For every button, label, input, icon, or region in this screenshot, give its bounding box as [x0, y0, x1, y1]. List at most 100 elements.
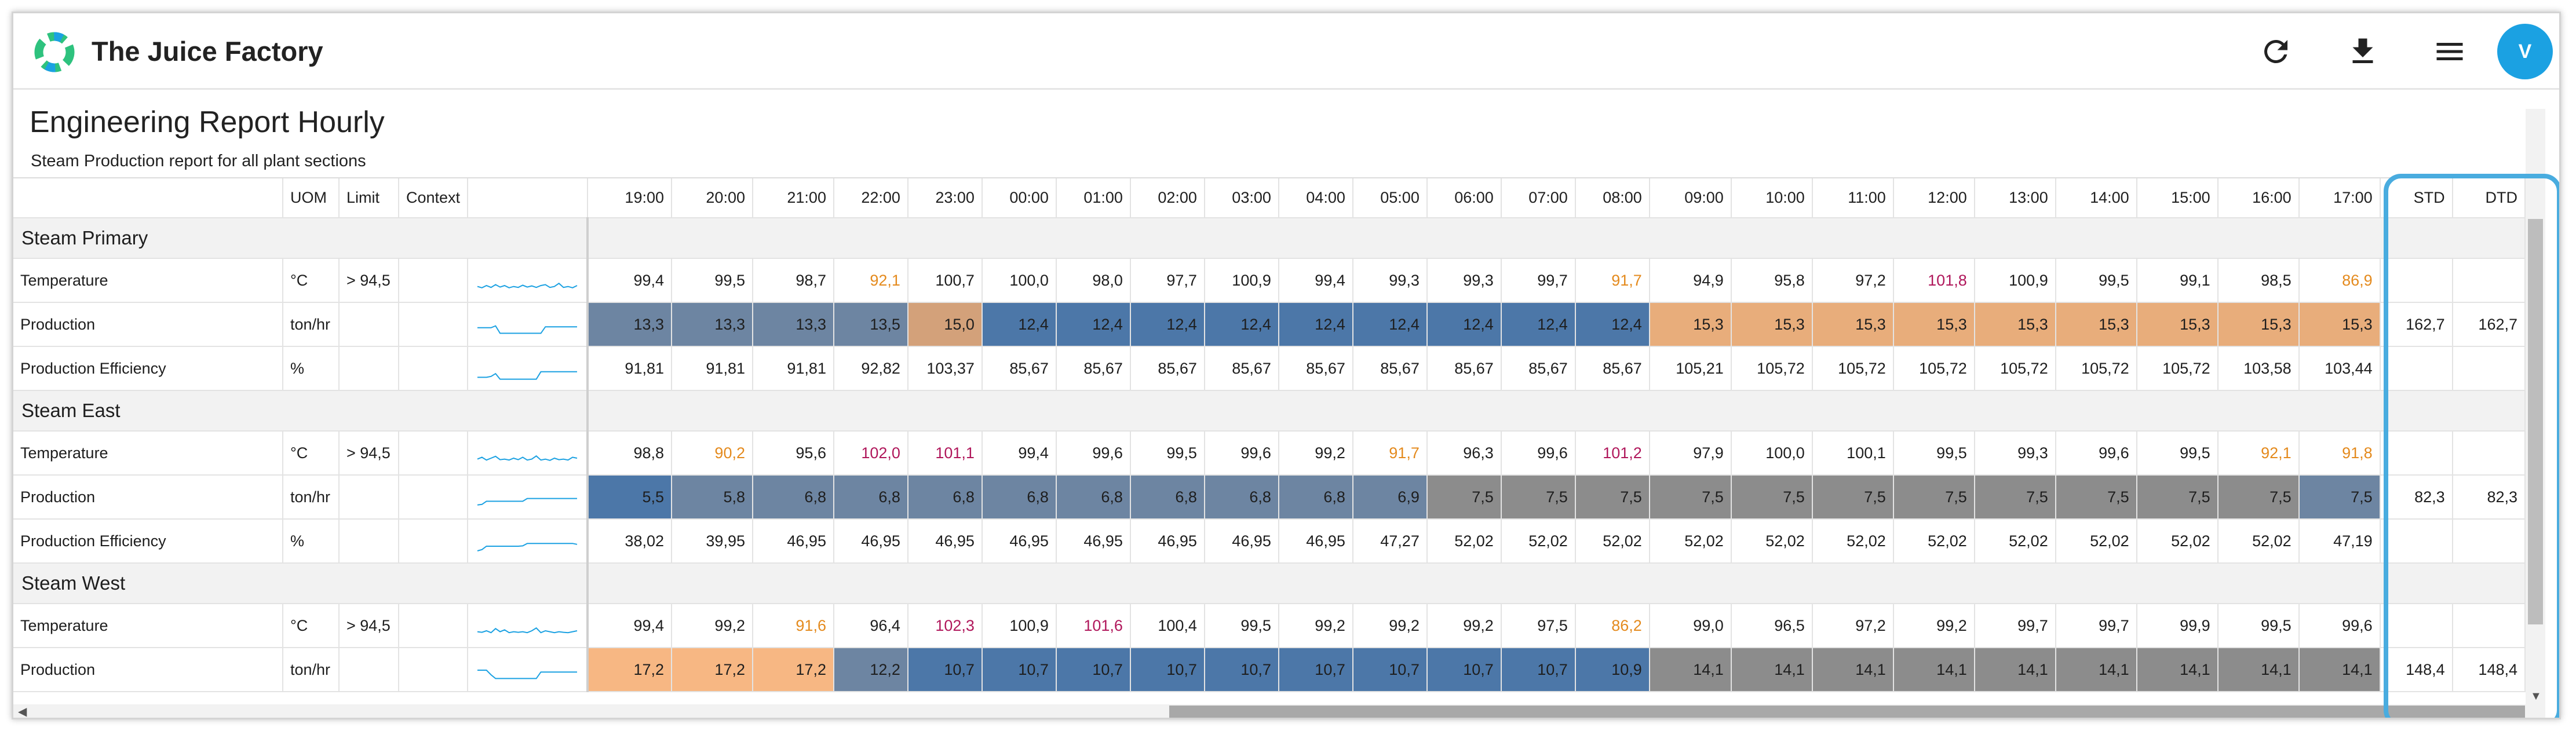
value-cell[interactable]: 15,3: [2298, 302, 2381, 347]
header-hour[interactable]: 09:00: [1649, 178, 1732, 218]
value-cell[interactable]: 17,2: [672, 648, 753, 692]
value-cell[interactable]: 85,67: [1501, 346, 1576, 391]
value-cell[interactable]: 6,8: [1056, 475, 1131, 520]
value-cell[interactable]: 91,8: [2298, 431, 2381, 476]
header-hour[interactable]: 23:00: [907, 178, 983, 218]
value-cell[interactable]: 46,95: [981, 519, 1057, 564]
row-context[interactable]: [398, 258, 469, 303]
header-hour[interactable]: 06:00: [1426, 178, 1502, 218]
value-cell[interactable]: 99,6: [1056, 431, 1131, 476]
value-cell[interactable]: 12,4: [1056, 302, 1131, 347]
table-row[interactable]: Production ton/hr 17,2 17,2 17,2 12,2 10,7 10,7…: [13, 648, 2526, 692]
vertical-scrollbar[interactable]: ▼: [2526, 109, 2545, 704]
value-cell[interactable]: 7,5: [2136, 475, 2219, 520]
header-hour[interactable]: 05:00: [1352, 178, 1428, 218]
value-cell[interactable]: 6,9: [1352, 475, 1428, 520]
value-cell[interactable]: 6,8: [907, 475, 983, 520]
value-cell[interactable]: 100,0: [1731, 431, 1813, 476]
download-button[interactable]: [2345, 34, 2380, 69]
value-cell[interactable]: 99,7: [1974, 604, 2056, 648]
table-row[interactable]: Temperature °C > 94,5 98,8 90,2 95,6 102,0 101,…: [13, 431, 2526, 476]
dtd-value[interactable]: 148,4: [2452, 648, 2526, 692]
header-uom[interactable]: UOM: [282, 178, 340, 218]
value-cell[interactable]: 46,95: [907, 519, 983, 564]
value-cell[interactable]: 95,8: [1731, 258, 1813, 303]
value-cell[interactable]: 99,7: [2055, 604, 2137, 648]
value-cell[interactable]: 52,02: [2217, 519, 2300, 564]
dtd-value[interactable]: [2452, 346, 2526, 391]
value-cell[interactable]: 7,5: [2055, 475, 2137, 520]
dtd-value[interactable]: [2452, 431, 2526, 476]
value-cell[interactable]: 39,95: [672, 519, 753, 564]
value-cell[interactable]: 47,27: [1352, 519, 1428, 564]
header-hour[interactable]: 02:00: [1130, 178, 1205, 218]
value-cell[interactable]: 92,1: [833, 258, 908, 303]
value-cell[interactable]: 99,5: [672, 258, 753, 303]
value-cell[interactable]: 85,67: [1056, 346, 1131, 391]
value-cell[interactable]: 99,3: [1974, 431, 2056, 476]
dtd-value[interactable]: [2452, 258, 2526, 303]
value-cell[interactable]: 91,7: [1352, 431, 1428, 476]
value-cell[interactable]: 14,1: [1649, 648, 1732, 692]
value-cell[interactable]: 99,6: [1501, 431, 1576, 476]
table-row[interactable]: Temperature °C > 94,5 99,4 99,5 98,7 92,1 100,7…: [13, 258, 2526, 303]
scroll-left-arrow-icon[interactable]: ◀: [18, 706, 27, 718]
value-cell[interactable]: 10,7: [1501, 648, 1576, 692]
value-cell[interactable]: 103,37: [907, 346, 983, 391]
value-cell[interactable]: 105,72: [2055, 346, 2137, 391]
user-avatar[interactable]: V: [2497, 24, 2553, 79]
header-dtd[interactable]: DTD: [2452, 178, 2526, 218]
value-cell[interactable]: 52,02: [1501, 519, 1576, 564]
value-cell[interactable]: 17,2: [588, 648, 672, 692]
value-cell[interactable]: 105,72: [1812, 346, 1894, 391]
value-cell[interactable]: 99,7: [1501, 258, 1576, 303]
value-cell[interactable]: 15,3: [2055, 302, 2137, 347]
value-cell[interactable]: 15,3: [1649, 302, 1732, 347]
value-cell[interactable]: 6,8: [981, 475, 1057, 520]
value-cell[interactable]: 97,7: [1130, 258, 1205, 303]
value-cell[interactable]: 92,82: [833, 346, 908, 391]
value-cell[interactable]: 86,9: [2298, 258, 2381, 303]
refresh-button[interactable]: [2258, 34, 2293, 69]
value-cell[interactable]: 99,3: [1426, 258, 1502, 303]
header-hour[interactable]: 22:00: [833, 178, 908, 218]
value-cell[interactable]: 96,3: [1426, 431, 1502, 476]
value-cell[interactable]: 99,5: [2055, 258, 2137, 303]
value-cell[interactable]: 10,7: [1352, 648, 1428, 692]
value-cell[interactable]: 103,58: [2217, 346, 2300, 391]
value-cell[interactable]: 38,02: [588, 519, 672, 564]
value-cell[interactable]: 6,8: [1278, 475, 1353, 520]
value-cell[interactable]: 15,3: [2217, 302, 2300, 347]
value-cell[interactable]: 52,02: [1575, 519, 1650, 564]
value-cell[interactable]: 14,1: [2055, 648, 2137, 692]
value-cell[interactable]: 12,4: [1426, 302, 1502, 347]
value-cell[interactable]: 99,5: [2136, 431, 2219, 476]
value-cell[interactable]: 102,3: [907, 604, 983, 648]
value-cell[interactable]: 7,5: [1575, 475, 1650, 520]
header-hour[interactable]: 08:00: [1575, 178, 1650, 218]
header-hour[interactable]: 16:00: [2217, 178, 2300, 218]
value-cell[interactable]: 7,5: [1974, 475, 2056, 520]
value-cell[interactable]: 99,4: [588, 604, 672, 648]
value-cell[interactable]: 100,9: [1974, 258, 2056, 303]
value-cell[interactable]: 91,7: [1575, 258, 1650, 303]
value-cell[interactable]: 105,72: [1731, 346, 1813, 391]
value-cell[interactable]: 12,2: [833, 648, 908, 692]
value-cell[interactable]: 5,5: [588, 475, 672, 520]
header-limit[interactable]: Limit: [338, 178, 399, 218]
value-cell[interactable]: 91,81: [752, 346, 834, 391]
value-cell[interactable]: 85,67: [1575, 346, 1650, 391]
value-cell[interactable]: 6,8: [752, 475, 834, 520]
value-cell[interactable]: 102,0: [833, 431, 908, 476]
value-cell[interactable]: 15,3: [1731, 302, 1813, 347]
value-cell[interactable]: 52,02: [1426, 519, 1502, 564]
value-cell[interactable]: 13,5: [833, 302, 908, 347]
header-hour[interactable]: 00:00: [981, 178, 1057, 218]
value-cell[interactable]: 85,67: [1426, 346, 1502, 391]
table-row[interactable]: Temperature °C > 94,5 99,4 99,2 91,6 96,4 102,3…: [13, 604, 2526, 648]
header-hour[interactable]: 01:00: [1056, 178, 1131, 218]
horizontal-scroll-thumb[interactable]: [1169, 706, 2525, 718]
value-cell[interactable]: 100,0: [981, 258, 1057, 303]
value-cell[interactable]: 13,3: [752, 302, 834, 347]
value-cell[interactable]: 99,2: [1893, 604, 1975, 648]
